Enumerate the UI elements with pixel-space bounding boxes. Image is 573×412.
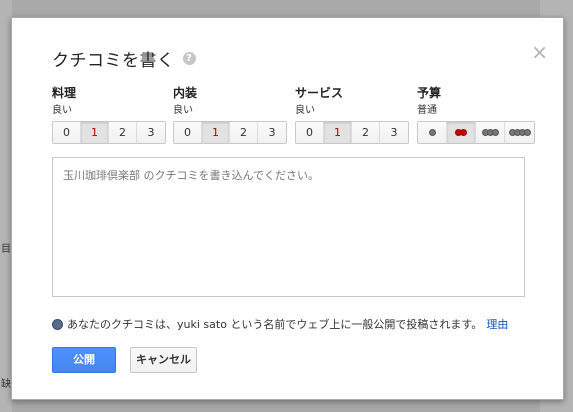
help-icon[interactable]: ? (182, 51, 196, 65)
dialog-header: クチコミを書く ? (52, 44, 196, 72)
rating-food-value: 良い (52, 105, 72, 116)
rating-decor-title: 内装 (173, 86, 198, 100)
rating-service-value: 良い (295, 105, 315, 116)
rating-decor-option-1[interactable]: 1 (202, 122, 230, 143)
rating-service: サービス 良い 0 1 2 3 (295, 86, 409, 144)
rating-food-option-0[interactable]: 0 (53, 122, 81, 143)
rating-food-option-3[interactable]: 3 (137, 122, 165, 143)
privacy-notice-text: あなたのクチコミは、yuki sato という名前でウェブ上に一般公開で投稿され… (67, 318, 483, 331)
rating-food-option-1[interactable]: 1 (81, 122, 109, 143)
dialog-title: クチコミを書く (52, 50, 175, 71)
rating-price-selector (417, 121, 535, 144)
rating-food: 料理 良い 0 1 2 3 (52, 86, 166, 144)
rating-price-title: 予算 (417, 86, 442, 100)
review-textarea[interactable] (52, 157, 525, 297)
rating-service-option-0[interactable]: 0 (296, 122, 324, 143)
price-option-3[interactable] (476, 122, 505, 143)
rating-service-selector: 0 1 2 3 (295, 121, 409, 144)
rating-decor-option-0[interactable]: 0 (174, 122, 202, 143)
coin-icon (428, 129, 436, 136)
coin-icon (491, 129, 499, 136)
rating-service-option-2[interactable]: 2 (352, 122, 380, 143)
price-option-2[interactable] (447, 122, 476, 143)
price-option-4[interactable] (505, 122, 534, 143)
rating-food-selector: 0 1 2 3 (52, 121, 166, 144)
rating-food-title: 料理 (52, 86, 77, 100)
coin-icon (460, 129, 467, 136)
globe-icon (52, 318, 63, 330)
review-dialog: クチコミを書く ? × 料理 良い 0 1 2 3 内装 良い 0 1 2 3 … (11, 17, 564, 400)
background-text: 缺 (1, 379, 11, 390)
cancel-button[interactable]: キャンセル (130, 347, 197, 373)
rating-service-option-3[interactable]: 3 (380, 122, 408, 143)
rating-decor-selector: 0 1 2 3 (173, 121, 287, 144)
background-text: 目 (1, 244, 11, 255)
rating-food-option-2[interactable]: 2 (109, 122, 137, 143)
rating-decor-option-3[interactable]: 3 (258, 122, 286, 143)
close-icon[interactable]: × (531, 40, 548, 64)
rating-decor-value: 良い (173, 105, 193, 116)
coin-icon (523, 129, 531, 136)
publish-button[interactable]: 公開 (52, 347, 116, 373)
rating-price: 予算 普通 (417, 86, 535, 144)
privacy-notice: あなたのクチコミは、yuki sato という名前でウェブ上に一般公開で投稿され… (52, 316, 508, 332)
rating-decor-option-2[interactable]: 2 (230, 122, 258, 143)
rating-decor: 内装 良い 0 1 2 3 (173, 86, 287, 144)
rating-service-title: サービス (295, 86, 344, 100)
rating-price-value: 普通 (417, 105, 437, 116)
why-link[interactable]: 理由 (486, 316, 508, 332)
price-option-1[interactable] (418, 122, 447, 143)
rating-service-option-1[interactable]: 1 (324, 122, 352, 143)
